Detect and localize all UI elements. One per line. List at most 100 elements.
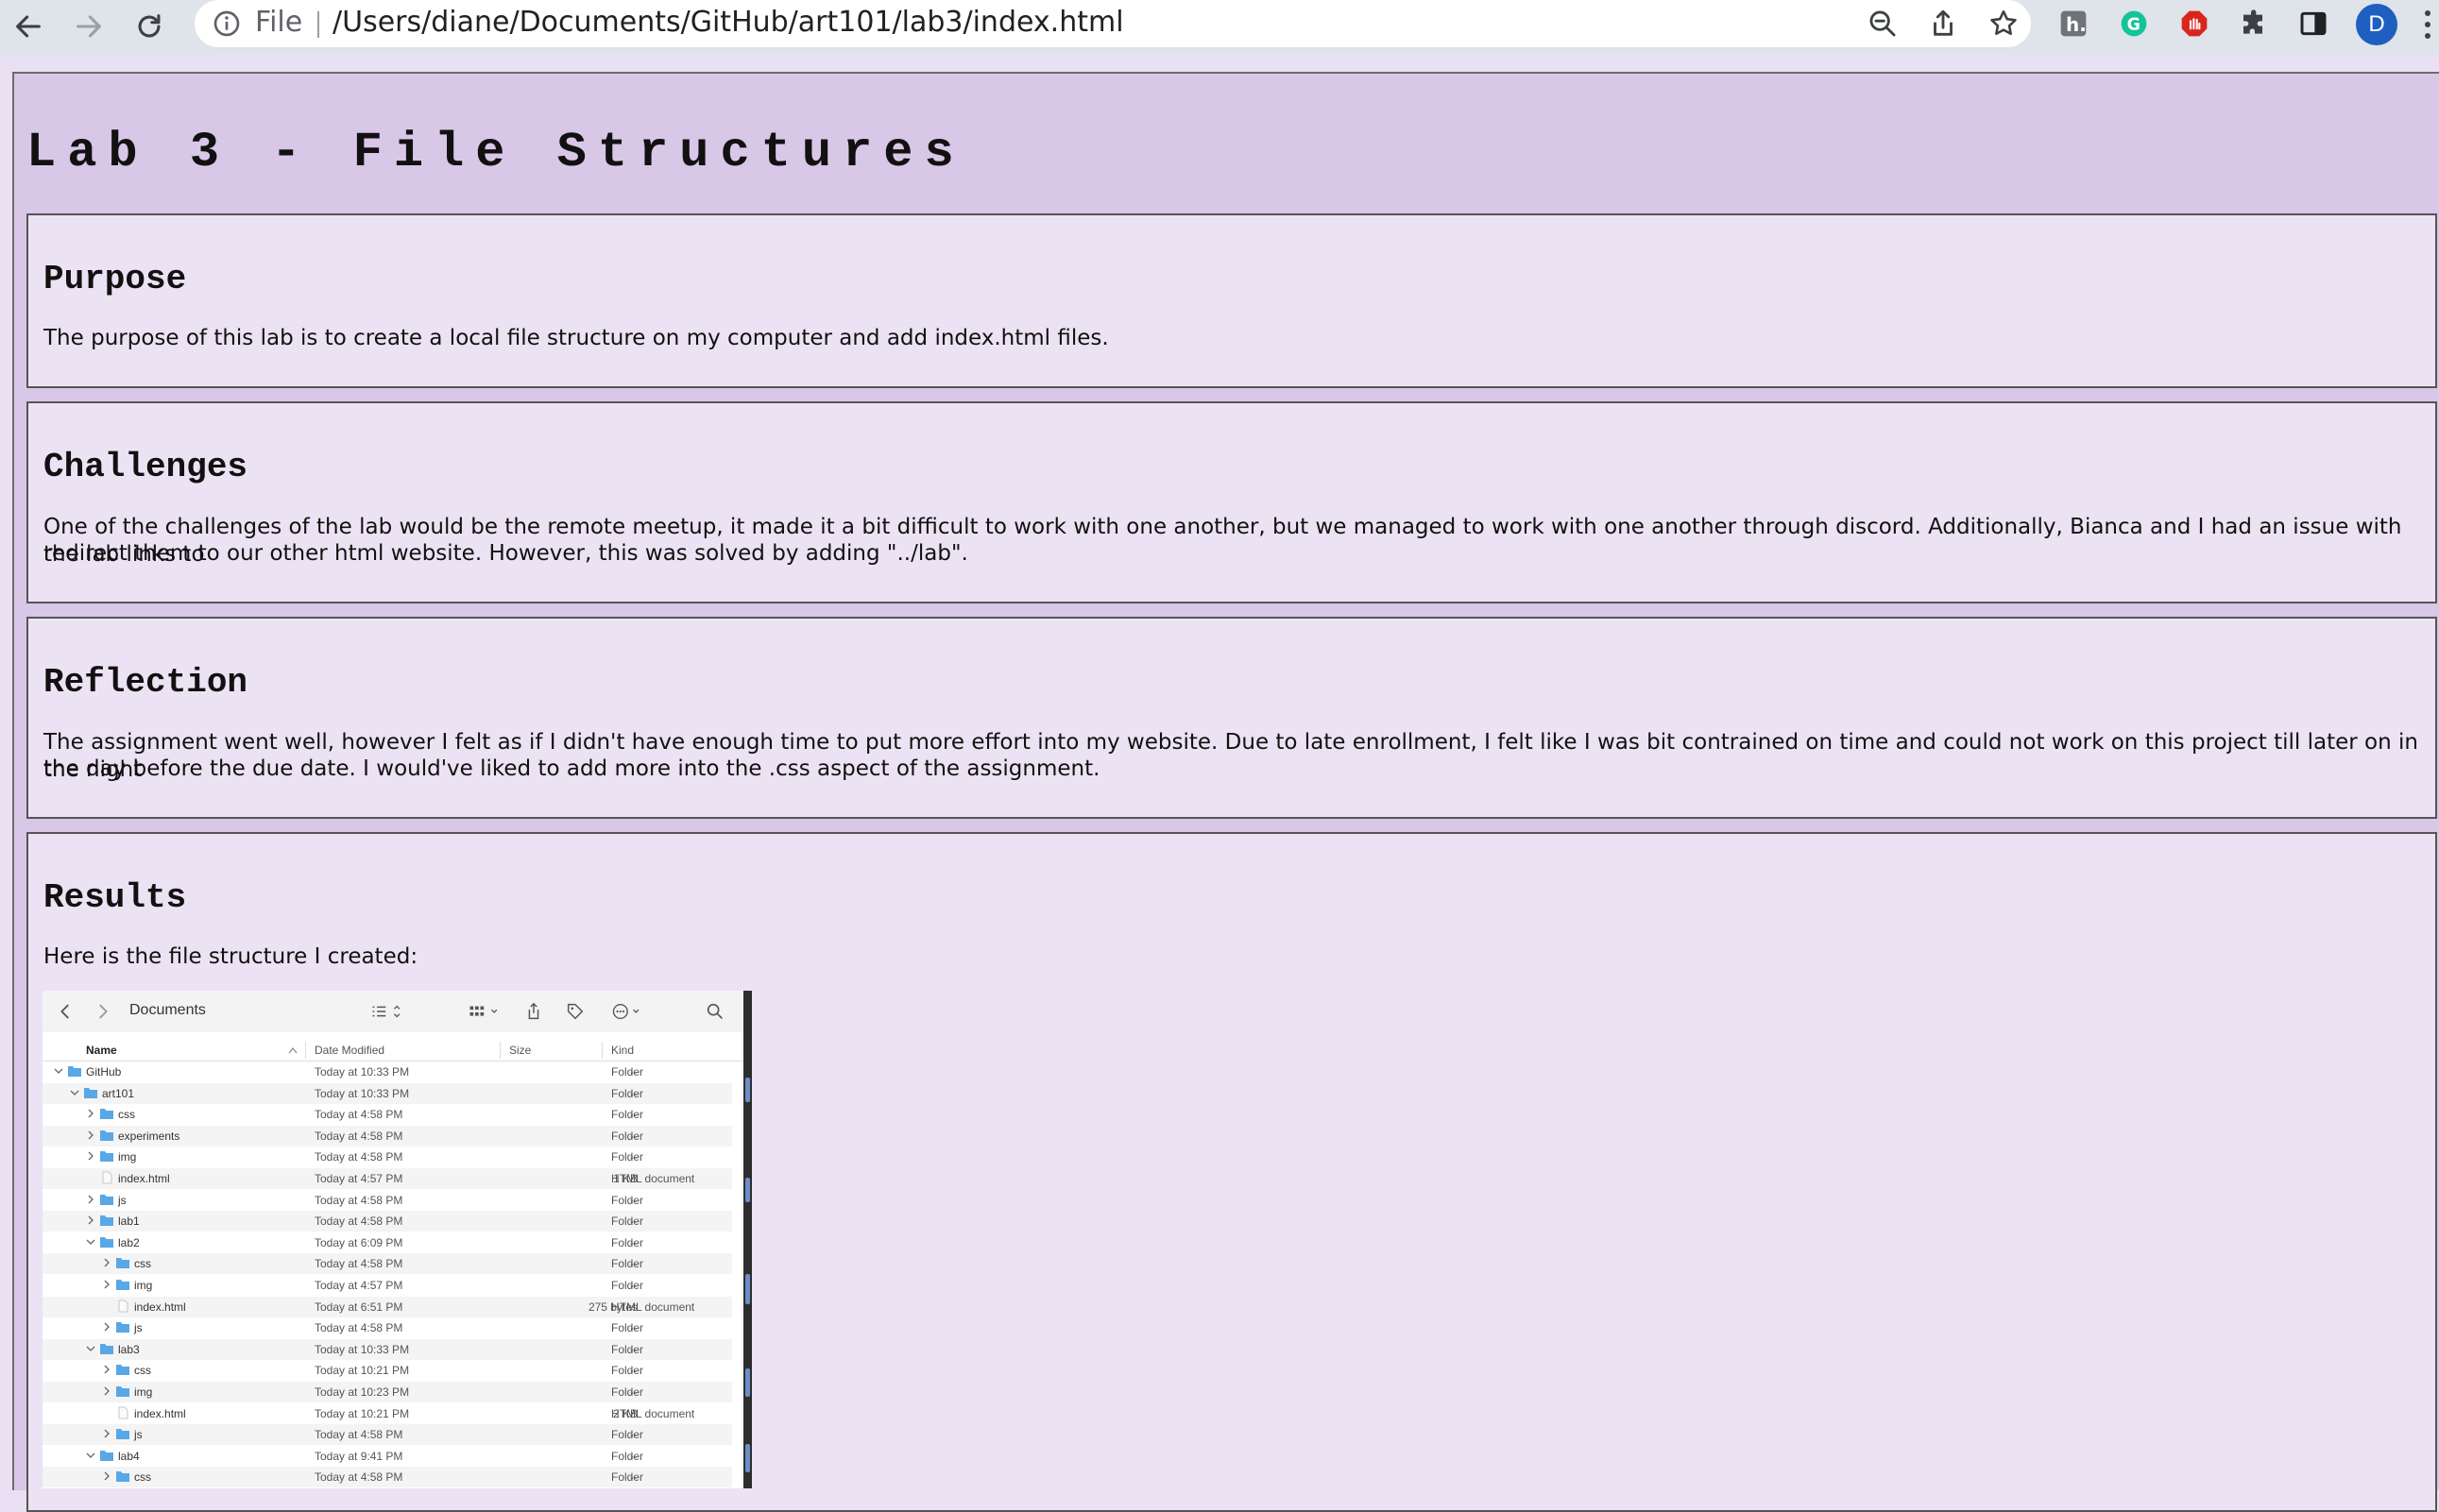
challenges-section: Challenges One of the challenges of the … [26,401,2437,603]
chevron-right-icon [88,1151,94,1161]
chevron-right-icon [88,1130,94,1140]
reflection-section: Reflection The assignment went well, how… [26,617,2437,819]
folder-icon [116,1429,129,1440]
chevron-right-icon [104,1429,110,1438]
share-icon[interactable] [1927,8,1959,40]
zoom-out-icon[interactable] [1867,8,1899,40]
folder-row: lab4 Today at 9:41 PM -- Folder [43,1446,732,1467]
more-vert-icon[interactable] [2418,6,2437,43]
profile-avatar[interactable]: D [2356,4,2397,45]
file-name: js [118,1193,127,1207]
column-size: Size [509,1044,532,1057]
star-icon[interactable] [1987,8,2020,40]
folder-icon [100,1236,113,1248]
file-kind: HTML document [611,1172,695,1185]
purpose-heading: Purpose [43,260,187,298]
folder-row: GitHub Today at 10:33 PM -- Folder [43,1062,732,1082]
folder-icon [116,1386,129,1397]
file-name: index.html [118,1172,170,1185]
file-name: css [134,1257,151,1271]
chevron-down-icon [54,1068,63,1074]
side-panel-button[interactable] [2295,6,2331,42]
forward-button[interactable] [66,4,111,49]
svg-text:G: G [2127,16,2141,35]
file-name: lab3 [118,1342,140,1356]
url-text[interactable]: /Users/diane/Documents/GitHub/art101/lab… [333,6,1124,39]
adblock-extension-icon [2181,10,2208,37]
file-name: experiments [118,1129,180,1143]
column-date-modified: Date Modified [315,1044,385,1057]
finder-toolbar: Documents [43,991,752,1032]
folder-row: lab3 Today at 10:33 PM -- Folder [43,1338,732,1360]
address-bar[interactable]: File /Users/diane/Documents/GitHub/art10… [195,0,2031,47]
folder-icon [116,1365,129,1376]
folder-row: experiments Today at 4:58 PM -- Folder [43,1125,732,1147]
file-date-modified: Today at 4:58 PM [315,1108,403,1122]
file-name: img [118,1150,137,1164]
list-view-icon [372,1005,401,1018]
folder-row: js Today at 4:58 PM -- Folder [43,1317,732,1338]
file-name: art101 [102,1086,135,1100]
adblock-extension-button[interactable] [2176,6,2212,42]
edge-highlight [745,1078,750,1102]
folder-row: img Today at 4:57 PM -- Folder [43,1275,732,1296]
chevron-right-icon [88,1109,94,1118]
folder-icon [100,1343,113,1354]
chevron-right-icon [104,1365,110,1374]
purpose-text: The purpose of this lab is to create a l… [43,326,1109,350]
reflection-text-line-2: the day before the due date. I would've … [43,756,1100,781]
column-divider [305,1042,306,1059]
folder-row: img Today at 4:58 PM -- Folder [43,1147,732,1167]
chevron-right-icon [104,1258,110,1267]
chevron-down-icon [86,1346,95,1351]
file-date-modified: Today at 10:21 PM [315,1406,410,1420]
file-kind: Folder [611,1385,644,1399]
file-kind: Folder [611,1065,644,1079]
finder-window-edge [743,991,752,1488]
extensions-button[interactable] [2237,6,2273,42]
page-title: Lab 3 - File Structures [26,125,965,180]
file-kind: Folder [611,1279,644,1292]
file-kind: Folder [611,1257,644,1271]
back-button[interactable] [6,4,51,49]
sort-ascending-icon [288,1047,298,1054]
file-date-modified: Today at 4:58 PM [315,1129,403,1143]
document-icon [102,1171,112,1184]
folder-row: js Today at 4:58 PM -- Folder [43,1424,732,1446]
folder-row: css Today at 4:58 PM -- Folder [43,1104,732,1125]
chevron-down-icon [70,1090,79,1096]
scheme-label: File [255,6,303,39]
edge-highlight [745,1274,750,1304]
file-name: lab1 [118,1215,140,1229]
file-name: lab2 [118,1235,140,1249]
arrow-left-icon [16,15,41,38]
file-name: css [118,1108,135,1122]
file-row: index.html Today at 10:21 PM 2 KB HTML docu… [43,1403,732,1424]
puzzle-extensions-icon [2243,9,2262,34]
browser-toolbar: File /Users/diane/Documents/GitHub/art10… [0,0,2439,55]
file-name: lab4 [118,1449,140,1463]
file-date-modified: Today at 10:33 PM [315,1065,410,1079]
file-date-modified: Today at 4:58 PM [315,1257,403,1271]
file-date-modified: Today at 4:58 PM [315,1321,403,1335]
omnibox-divider [317,11,319,38]
arrow-right-icon [77,15,101,38]
file-row: index.html Today at 4:57 PM 1 KB HTML docum… [43,1168,732,1189]
purpose-section: Purpose The purpose of this lab is to cr… [26,213,2437,388]
file-kind: Folder [611,1215,644,1229]
reload-button[interactable] [127,4,172,49]
file-kind: Folder [611,1321,644,1335]
honey-extension-button[interactable]: h. [2055,6,2091,42]
file-name: img [134,1279,153,1292]
folder-row: css Today at 4:58 PM -- Folder [43,1467,732,1488]
tag-icon [567,1003,584,1020]
file-date-modified: Today at 4:58 PM [315,1193,403,1207]
info-icon[interactable] [212,8,242,39]
grammarly-extension-button[interactable]: G [2116,6,2152,42]
file-kind: Folder [611,1470,644,1485]
share-icon [528,1002,539,1020]
file-kind: Folder [611,1108,644,1122]
document-icon [118,1300,128,1312]
chevron-right-icon [99,1004,108,1019]
folder-icon [100,1151,113,1163]
